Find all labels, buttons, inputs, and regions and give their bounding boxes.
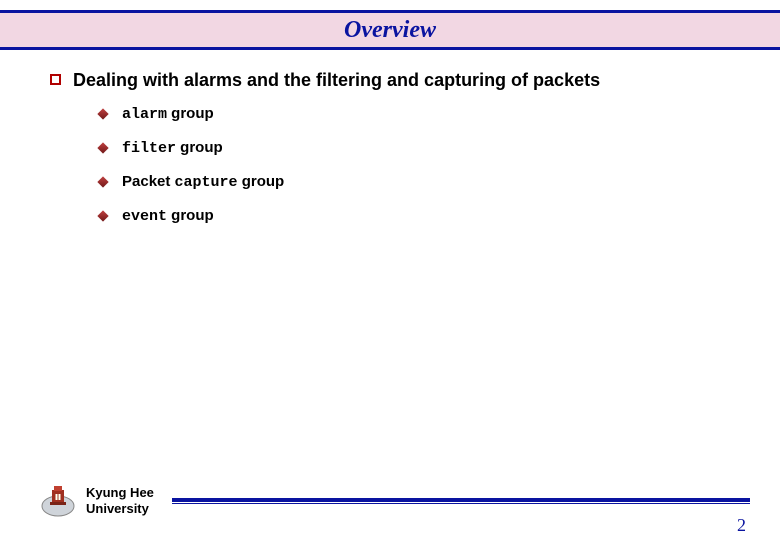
diamond-bullet-icon [98,109,108,119]
sub-bullet-text: filter group [122,139,223,157]
slide-title: Overview [344,17,436,44]
sub-bullet-text: alarm group [122,105,214,123]
diamond-bullet-icon [98,143,108,153]
title-bar: Overview [0,10,780,50]
sub-bullet-text: Packet capture group [122,173,284,191]
content-area: Dealing with alarms and the filtering an… [50,70,750,241]
university-name: Kyung Hee University [86,485,154,516]
page-number: 2 [737,515,746,536]
diamond-bullet-icon [98,211,108,221]
main-bullet-text: Dealing with alarms and the filtering an… [73,70,600,91]
sub-bullet-text: event group [122,207,214,225]
list-item: filter group [98,139,750,157]
university-logo-icon [40,484,76,518]
list-item: Packet capture group [98,173,750,191]
list-item: alarm group [98,105,750,123]
sub-bullet-list: alarm group filter group Packet capture … [98,105,750,225]
university-line1: Kyung Hee [86,485,154,501]
list-item: event group [98,207,750,225]
university-line2: University [86,501,154,517]
footer-divider [172,498,750,504]
main-bullet: Dealing with alarms and the filtering an… [50,70,750,91]
square-bullet-icon [50,74,61,85]
diamond-bullet-icon [98,177,108,187]
footer: Kyung Hee University [40,478,750,524]
